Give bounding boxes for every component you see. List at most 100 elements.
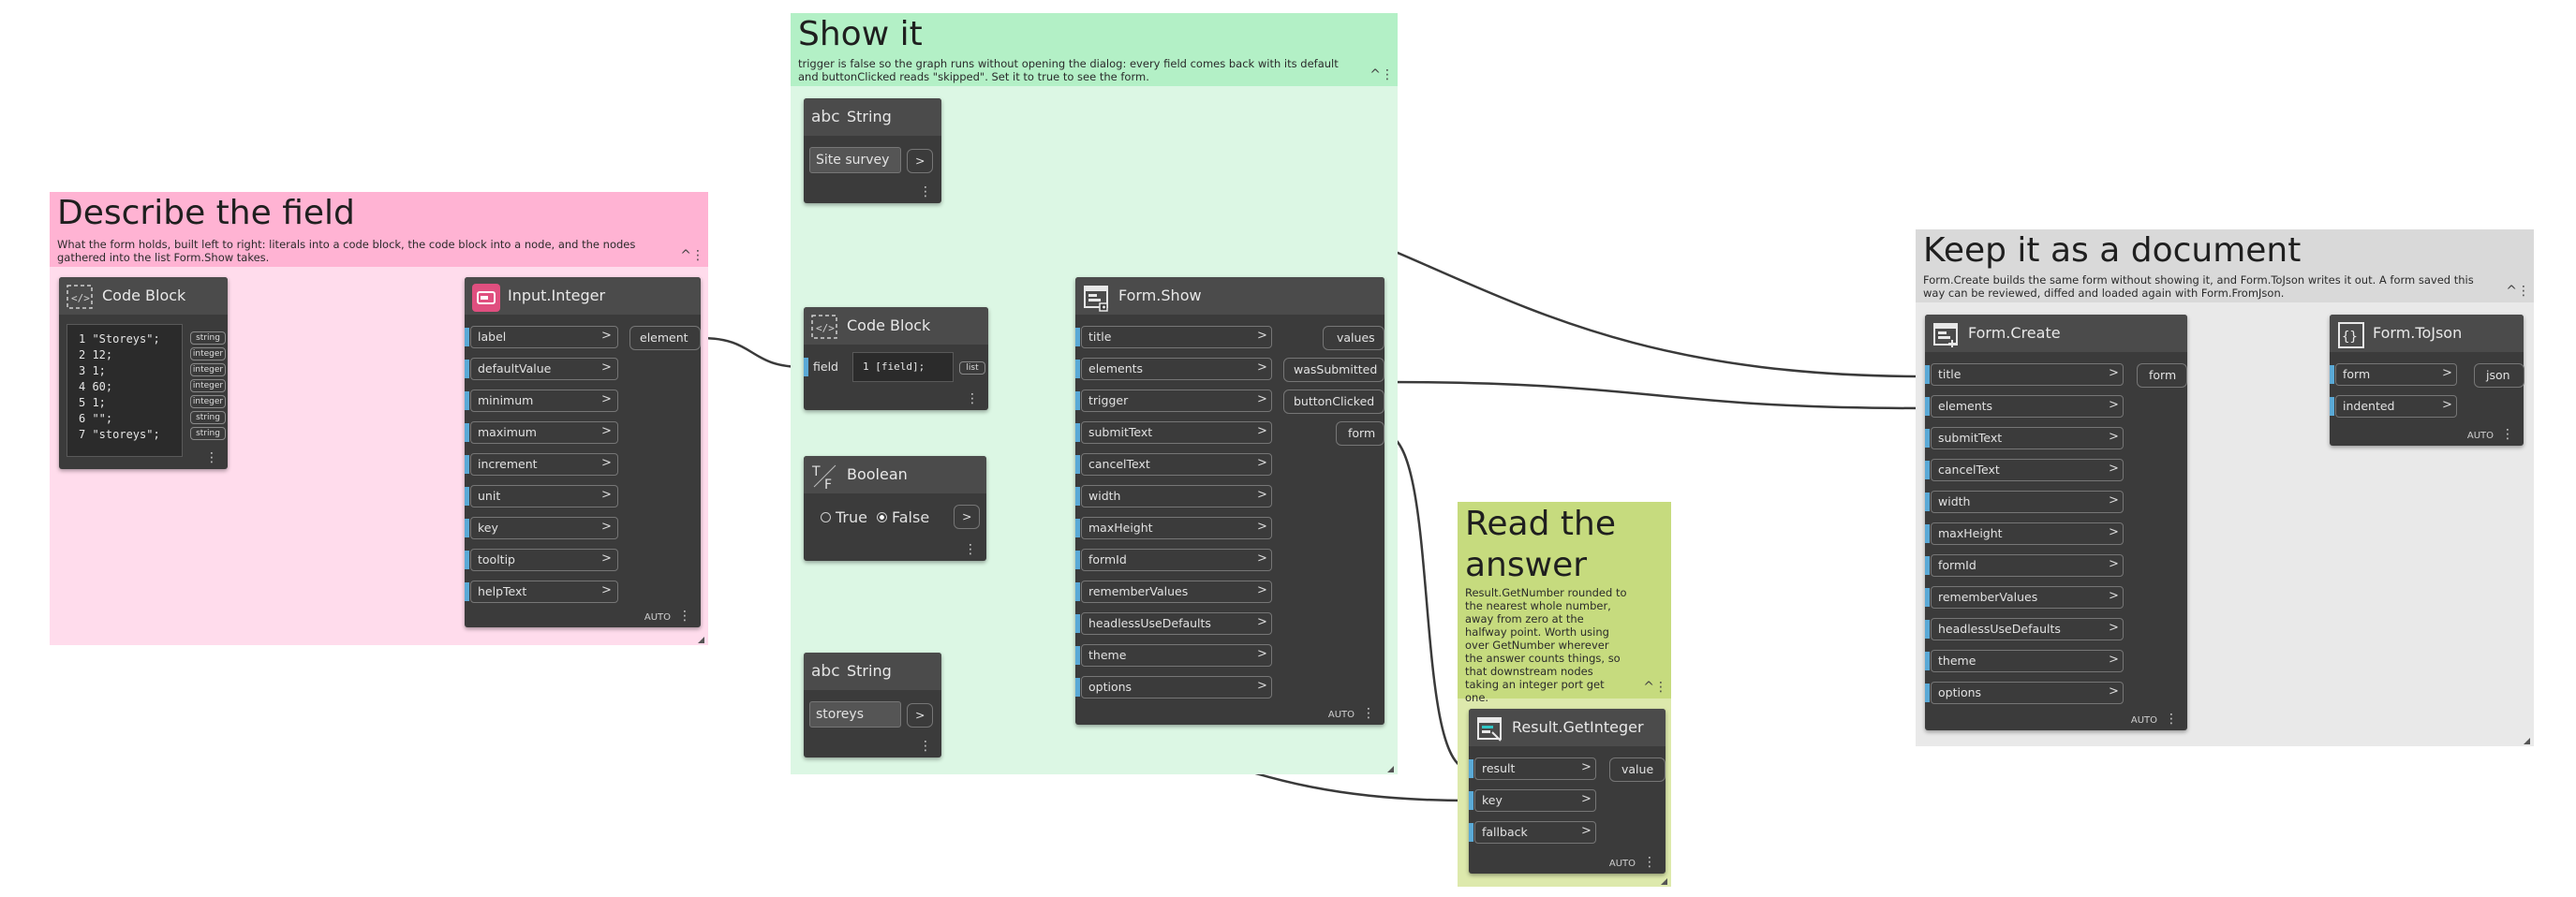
output-type-tag[interactable]: integer [190,363,226,376]
form-to-json-node[interactable]: {} Form.ToJson form > indented > json AUTO ⋮ [2330,315,2524,446]
input-integer-node[interactable]: Input.Integer label > defaultValue > minimum… [465,277,701,627]
input-port-options[interactable]: options > [1075,676,1272,698]
output-port[interactable]: > [907,149,933,173]
group-menu-icon[interactable]: ⋮ [2517,284,2530,299]
output-port-form[interactable]: form [2137,363,2187,388]
output-type-tag[interactable]: integer [190,347,226,360]
input-port-title[interactable]: title > [1925,363,2124,386]
input-port-width[interactable]: width > [1925,491,2124,513]
input-port-canceltext[interactable]: cancelText > [1075,453,1272,476]
resize-handle-icon[interactable] [698,637,704,643]
input-port-submittext[interactable]: submitText > [1075,421,1272,444]
code-editor[interactable]: 1 [field]; [852,352,954,382]
input-port-headlessusedefaults[interactable]: headlessUseDefaults > [1925,618,2124,640]
node-title: Result.GetInteger [1512,718,1644,736]
collapse-icon[interactable]: ^ [1643,680,1654,695]
input-port-title[interactable]: title > [1075,326,1272,348]
output-port-element[interactable]: element [629,326,701,350]
input-port-minimum[interactable]: minimum > [465,390,618,412]
input-port-canceltext[interactable]: cancelText > [1925,459,2124,481]
collapse-icon[interactable]: ^ [1369,67,1381,82]
input-port-trigger[interactable]: trigger > [1075,390,1272,412]
port-label: elements [1938,399,1993,413]
string-value-field[interactable]: storeys [809,701,901,728]
input-port-key[interactable]: key > [1469,789,1596,812]
output-type-tag[interactable]: string [190,427,226,440]
input-port-width[interactable]: width > [1075,485,1272,507]
port-arrow-icon: > [2109,462,2119,476]
input-port-elements[interactable]: elements > [1075,358,1272,380]
input-port-options[interactable]: options > [1925,682,2124,704]
node-menu-icon[interactable]: ⋮ [911,184,932,199]
input-port-form[interactable]: form > [2330,363,2457,386]
port-label: increment [478,457,538,471]
input-port-formid[interactable]: formId > [1925,554,2124,577]
input-port-maxheight[interactable]: maxHeight > [1925,522,2124,545]
node-menu-icon[interactable]: ⋮ [911,739,932,754]
input-port-field[interactable]: field [804,356,851,378]
form-show-node[interactable]: Form.Show title > elements > trigger > submitT… [1075,277,1384,725]
node-menu-icon[interactable]: ⋮ [958,391,979,406]
connector-wire[interactable] [1384,380,1926,410]
output-port-values[interactable]: values [1323,326,1384,350]
boolean-node[interactable]: TF Boolean True False > ⋮ [804,456,986,561]
collapse-icon[interactable]: ^ [2506,284,2517,299]
string-node[interactable]: abc String storeys > ⋮ [804,653,941,757]
input-port-maximum[interactable]: maximum > [465,421,618,444]
node-title: Code Block [102,287,186,304]
output-port[interactable]: > [954,505,980,529]
code-block-node[interactable]: </> Code Block 1 "Storeys"; 2 12; 3 1; 4… [59,277,228,469]
string-value-field[interactable]: Site survey [809,147,901,173]
input-port-theme[interactable]: theme > [1075,644,1272,667]
output-type-tag[interactable]: string [190,411,226,424]
node-menu-icon[interactable]: ⋮ [198,450,218,465]
output-type-tag[interactable]: integer [190,379,226,392]
true-radio[interactable]: True [821,508,867,526]
output-port-json[interactable]: json [2474,363,2524,388]
false-radio[interactable]: False [877,508,929,526]
input-port-remembervalues[interactable]: rememberValues > [1075,581,1272,603]
input-port-indented[interactable]: indented > [2330,395,2457,418]
group-menu-icon[interactable]: ⋮ [691,248,704,263]
group-description: Result.GetNumber rounded to the nearest … [1465,586,1627,704]
input-port-label[interactable]: label > [465,326,618,348]
resize-handle-icon[interactable] [1387,766,1394,772]
input-port-remembervalues[interactable]: rememberValues > [1925,586,2124,609]
code-editor[interactable]: 1 "Storeys"; 2 12; 3 1; 4 60; 5 1; 6 "";… [67,324,183,457]
resize-handle-icon[interactable] [1661,878,1667,885]
collapse-icon[interactable]: ^ [680,248,691,263]
input-port-submittext[interactable]: submitText > [1925,427,2124,449]
input-port-tooltip[interactable]: tooltip > [465,549,618,571]
input-port-headlessusedefaults[interactable]: headlessUseDefaults > [1075,612,1272,635]
resize-handle-icon[interactable] [2524,738,2530,744]
port-indicator [1075,614,1080,633]
code-block-node[interactable]: </> Code Block field 1 [field]; list ⋮ [804,307,988,410]
input-port-fallback[interactable]: fallback > [1469,821,1596,844]
string-node[interactable]: abc String Site survey > ⋮ [804,98,941,203]
output-port[interactable]: > [907,703,933,728]
output-type-tag[interactable]: list [959,361,985,375]
input-port-key[interactable]: key > [465,517,618,539]
input-port-unit[interactable]: unit > [465,485,618,507]
output-port-value[interactable]: value [1609,757,1666,782]
input-port-maxheight[interactable]: maxHeight > [1075,517,1272,539]
input-port-elements[interactable]: elements > [1925,395,2124,418]
result-get-integer-node[interactable]: Result.GetInteger result > key > fallback > v… [1469,709,1666,874]
connector-wire[interactable] [700,336,805,369]
group-menu-icon[interactable]: ⋮ [1654,680,1667,695]
input-port-formid[interactable]: formId > [1075,549,1272,571]
form-create-node[interactable]: Form.Create title > elements > submitText > ca… [1925,315,2187,730]
output-type-tag[interactable]: string [190,331,226,345]
input-port-theme[interactable]: theme > [1925,650,2124,672]
output-type-tag[interactable]: integer [190,395,226,408]
input-port-increment[interactable]: increment > [465,453,618,476]
group-menu-icon[interactable]: ⋮ [1381,67,1394,82]
input-port-helptext[interactable]: helpText > [465,581,618,603]
input-port-defaultvalue[interactable]: defaultValue > [465,358,618,380]
node-menu-icon[interactable]: ⋮ [956,542,977,557]
input-port-result[interactable]: result > [1469,757,1596,780]
output-port-wassubmitted[interactable]: wasSubmitted [1283,358,1384,382]
port-label: headlessUseDefaults [1088,616,1211,630]
output-port-buttonclicked[interactable]: buttonClicked [1283,390,1384,414]
output-port-form[interactable]: form [1336,421,1384,446]
